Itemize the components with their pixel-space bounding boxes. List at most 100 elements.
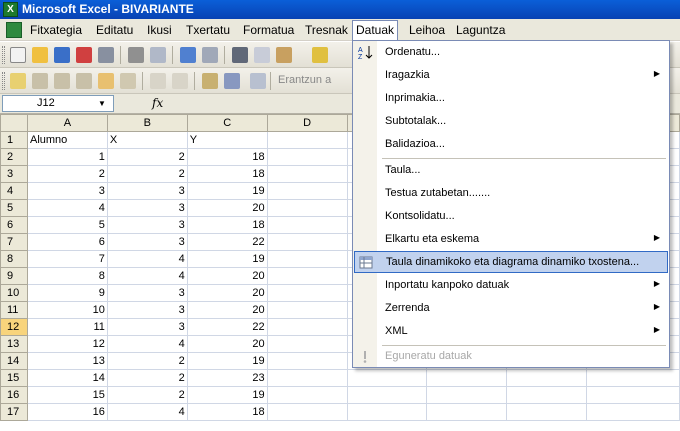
- menu-laguntza[interactable]: Laguntza: [453, 22, 508, 38]
- cell-empty[interactable]: [346, 386, 428, 404]
- cell-b[interactable]: 3: [106, 318, 188, 336]
- cell-c[interactable]: Y: [186, 131, 268, 149]
- cell-b[interactable]: 4: [106, 250, 188, 268]
- research-icon[interactable]: [150, 47, 166, 63]
- menu-item-taula[interactable]: Taula...: [354, 160, 668, 182]
- chevron-down-icon[interactable]: ▼: [94, 97, 110, 110]
- folder-icon[interactable]: [10, 73, 26, 89]
- cell-a[interactable]: 6: [26, 233, 108, 251]
- cell-a[interactable]: 4: [26, 199, 108, 217]
- cell-b[interactable]: 2: [106, 386, 188, 404]
- menu-item-kontsolidatu[interactable]: Kontsolidatu...: [354, 206, 668, 228]
- cell-a[interactable]: 9: [26, 284, 108, 302]
- cell-empty[interactable]: [506, 369, 588, 387]
- cell-empty[interactable]: [266, 250, 348, 268]
- copy-icon[interactable]: [254, 47, 270, 63]
- cell-a[interactable]: 2: [26, 165, 108, 183]
- row-header[interactable]: 14: [0, 352, 28, 370]
- cell-a[interactable]: 10: [26, 301, 108, 319]
- cell-b[interactable]: 3: [106, 216, 188, 234]
- menu-item-subtotalak[interactable]: Subtotalak...: [354, 111, 668, 133]
- cell-empty[interactable]: [346, 403, 428, 421]
- toolbar-grip[interactable]: [2, 72, 5, 90]
- merge-icon[interactable]: [224, 73, 240, 89]
- menu-datuak[interactable]: Datuak: [352, 20, 399, 41]
- menu-item-ordenatu[interactable]: AZ Ordenatu...: [354, 42, 668, 64]
- cell-c[interactable]: 19: [186, 352, 268, 370]
- row-header[interactable]: 15: [0, 369, 28, 387]
- row-header[interactable]: 11: [0, 301, 28, 319]
- cell-empty[interactable]: [586, 386, 680, 404]
- function-icon[interactable]: fx: [152, 96, 163, 110]
- cell-b[interactable]: 3: [106, 233, 188, 251]
- cell-c[interactable]: 18: [186, 403, 268, 421]
- cell-empty[interactable]: [266, 148, 348, 166]
- menu-leihoa[interactable]: Leihoa: [406, 22, 448, 38]
- cell-empty[interactable]: [506, 386, 588, 404]
- track-changes-icon[interactable]: [98, 73, 114, 89]
- cell-b[interactable]: 2: [106, 148, 188, 166]
- menu-item-inportatu-kanpoko-datuak[interactable]: Inportatu kanpoko datuak ▶: [354, 275, 668, 297]
- cell-a[interactable]: 8: [26, 267, 108, 285]
- column-header-a[interactable]: A: [26, 114, 108, 132]
- cell-empty[interactable]: [266, 233, 348, 251]
- row-header[interactable]: 10: [0, 284, 28, 302]
- show-comment-icon[interactable]: [54, 73, 70, 89]
- cell-empty[interactable]: [266, 131, 348, 149]
- cell-a[interactable]: 14: [26, 369, 108, 387]
- menu-ikusi[interactable]: Ikusi: [144, 22, 175, 38]
- cell-empty[interactable]: [266, 199, 348, 217]
- cell-empty[interactable]: [266, 403, 348, 421]
- cell-empty[interactable]: [266, 369, 348, 387]
- reply-with-changes-label[interactable]: Erantzun a: [278, 74, 331, 86]
- paste-icon[interactable]: [276, 47, 292, 63]
- menu-tresnak[interactable]: Tresnak: [302, 22, 351, 38]
- cell-c[interactable]: 20: [186, 335, 268, 353]
- cell-c[interactable]: 19: [186, 250, 268, 268]
- cell-a[interactable]: 5: [26, 216, 108, 234]
- cell-b[interactable]: 3: [106, 301, 188, 319]
- cell-empty[interactable]: [266, 335, 348, 353]
- cell-empty[interactable]: [426, 403, 508, 421]
- print-preview-icon[interactable]: [128, 47, 144, 63]
- menu-item-zerrenda[interactable]: Zerrenda ▶: [354, 298, 668, 320]
- row-header[interactable]: 1: [0, 131, 28, 149]
- accept-icon[interactable]: [202, 73, 218, 89]
- row-header[interactable]: 8: [0, 250, 28, 268]
- cell-c[interactable]: 19: [186, 386, 268, 404]
- permission-icon[interactable]: [76, 47, 92, 63]
- menu-formatua[interactable]: Formatua: [240, 22, 297, 38]
- cell-empty[interactable]: [266, 284, 348, 302]
- workbook-icon[interactable]: [6, 22, 22, 38]
- cell-empty[interactable]: [506, 403, 588, 421]
- cut-icon[interactable]: [232, 47, 248, 63]
- cell-c[interactable]: 18: [186, 148, 268, 166]
- cell-a[interactable]: 1: [26, 148, 108, 166]
- row-header[interactable]: 16: [0, 386, 28, 404]
- menu-item-iragazkia[interactable]: Iragazkia ▶: [354, 65, 668, 87]
- menu-item-pivot-table-report[interactable]: Taula dinamikoko eta diagrama dinamiko t…: [354, 251, 668, 273]
- cell-b[interactable]: 2: [106, 165, 188, 183]
- cell-empty[interactable]: [266, 165, 348, 183]
- cell-b[interactable]: 2: [106, 369, 188, 387]
- send-icon[interactable]: [250, 73, 266, 89]
- cell-empty[interactable]: [346, 369, 428, 387]
- cell-c[interactable]: 18: [186, 165, 268, 183]
- cell-b[interactable]: X: [106, 131, 188, 149]
- column-header-c[interactable]: C: [186, 114, 268, 132]
- cell-empty[interactable]: [266, 352, 348, 370]
- cell-empty[interactable]: [266, 386, 348, 404]
- column-header-b[interactable]: B: [106, 114, 188, 132]
- menu-fitxategia[interactable]: Fitxategia: [27, 22, 85, 38]
- row-header[interactable]: 17: [0, 403, 28, 421]
- cell-a[interactable]: 11: [26, 318, 108, 336]
- cell-c[interactable]: 20: [186, 284, 268, 302]
- row-header[interactable]: 6: [0, 216, 28, 234]
- row-header[interactable]: 3: [0, 165, 28, 183]
- comment-icon[interactable]: [76, 73, 92, 89]
- save-icon[interactable]: [54, 47, 70, 63]
- cell-a[interactable]: 12: [26, 335, 108, 353]
- cell-b[interactable]: 3: [106, 199, 188, 217]
- toolbar-grip[interactable]: [2, 46, 5, 64]
- menu-item-balidazioa[interactable]: Balidazioa...: [354, 134, 668, 156]
